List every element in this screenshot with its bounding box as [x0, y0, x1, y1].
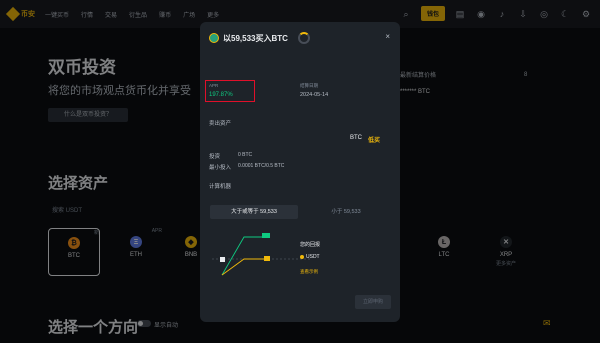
sell-asset: BTC: [349, 135, 362, 141]
usdt-dot-icon: [300, 255, 304, 259]
min-invest-label: 最小投入: [209, 165, 232, 171]
payoff-line-up: [221, 236, 267, 276]
payoff-line-flat: [221, 258, 267, 276]
sell-direction[interactable]: 低买: [368, 135, 380, 144]
scenario-tabs: 大于或等于 59,533 小于 59,533: [210, 205, 390, 219]
modal-header: 以59,533买入BTC: [209, 32, 310, 44]
sell-row: BTC 低买: [350, 135, 380, 144]
page: 币安 一键买币 行情 交易 衍生品 赚币 广场 更多 ⌕ 钱包 ▤ ◉ ♪ ⇩ …: [0, 0, 600, 343]
tab-above[interactable]: 大于或等于 59,533: [210, 205, 298, 219]
invest-value: 0 BTC: [238, 152, 253, 158]
min-invest-value: 0.0001 BTC/0.5 BTC: [238, 163, 285, 169]
subscribe-button[interactable]: 立即申购: [355, 295, 391, 309]
settlement-label: 结算日期: [300, 83, 318, 88]
sell-section-label: 卖出资产: [209, 121, 232, 127]
tab-below[interactable]: 小于 59,533: [302, 205, 390, 219]
close-icon[interactable]: ×: [385, 32, 390, 41]
apr-value: 197.87%: [209, 92, 233, 98]
strike-marker: [220, 257, 225, 262]
invest-label: 投资: [209, 154, 221, 160]
apr-label: APR: [209, 83, 219, 88]
calculator-label: 计算机器: [209, 184, 232, 190]
up-marker: [262, 233, 270, 238]
usdt-icon: [209, 33, 219, 43]
subscribe-modal: 以59,533买入BTC × APR 197.87% 结算日期 2024-05-…: [200, 22, 400, 322]
refresh-timer-icon: [297, 32, 310, 44]
return-asset-label: USDT: [306, 254, 320, 260]
flat-marker: [264, 256, 270, 261]
view-example-link[interactable]: 查看示例: [300, 269, 318, 275]
return-asset: USDT: [300, 254, 320, 260]
your-return-label: 您的回报: [300, 242, 321, 248]
settlement-date: 2024-05-14: [300, 92, 329, 98]
payoff-chart: [212, 233, 312, 276]
modal-title: 以59,533买入BTC: [223, 33, 288, 43]
